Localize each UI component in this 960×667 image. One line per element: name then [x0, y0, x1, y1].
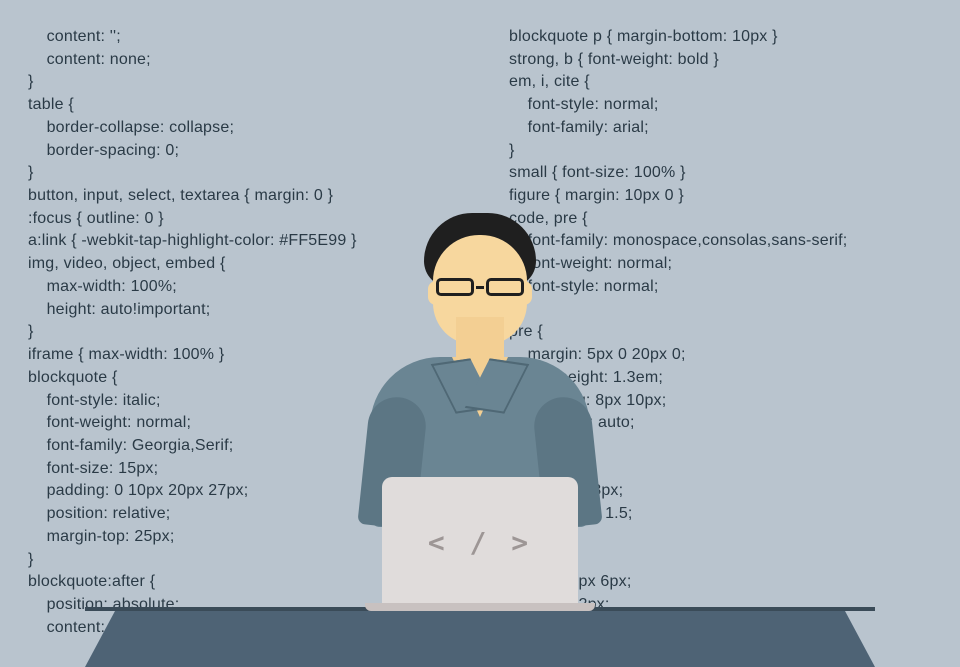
- laptop-base: [365, 603, 595, 611]
- laptop: < / >: [382, 477, 578, 607]
- glasses-icon: [436, 277, 524, 297]
- code-icon: < / >: [428, 526, 532, 559]
- desk: [115, 611, 845, 667]
